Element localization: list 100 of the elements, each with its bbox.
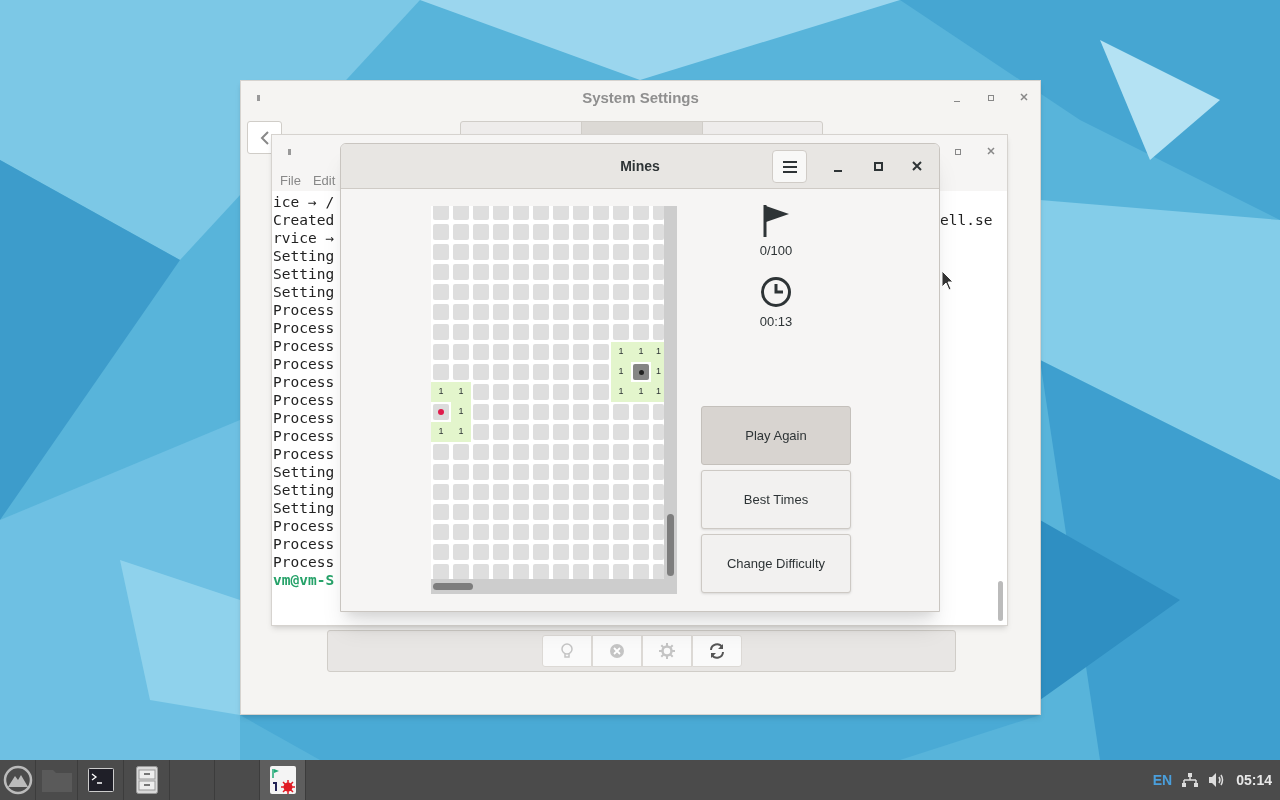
hidden-cell[interactable] — [513, 264, 529, 280]
hidden-cell[interactable] — [513, 364, 529, 380]
hidden-cell[interactable] — [653, 484, 664, 500]
hidden-cell[interactable] — [573, 464, 589, 480]
hidden-cell[interactable] — [453, 444, 469, 460]
hidden-cell[interactable] — [493, 464, 509, 480]
hidden-cell[interactable] — [473, 206, 489, 220]
hidden-cell[interactable] — [433, 344, 449, 360]
hidden-cell[interactable] — [553, 564, 569, 580]
hidden-cell[interactable] — [493, 244, 509, 260]
hidden-cell[interactable] — [513, 564, 529, 580]
hidden-cell[interactable] — [433, 224, 449, 240]
hidden-cell[interactable] — [593, 304, 609, 320]
hidden-cell[interactable] — [533, 206, 549, 220]
hidden-cell[interactable] — [573, 444, 589, 460]
hidden-cell[interactable] — [553, 404, 569, 420]
hidden-cell[interactable] — [553, 264, 569, 280]
hidden-cell[interactable] — [633, 424, 649, 440]
hidden-cell[interactable] — [433, 464, 449, 480]
hidden-cell[interactable] — [533, 224, 549, 240]
hidden-cell[interactable] — [533, 244, 549, 260]
hidden-cell[interactable] — [633, 224, 649, 240]
hidden-cell[interactable] — [573, 264, 589, 280]
hidden-cell[interactable] — [553, 206, 569, 220]
hidden-cell[interactable] — [593, 424, 609, 440]
hidden-cell[interactable] — [593, 324, 609, 340]
hidden-cell[interactable] — [553, 304, 569, 320]
menu-button[interactable] — [772, 150, 807, 183]
hidden-cell[interactable] — [553, 484, 569, 500]
hidden-cell[interactable] — [433, 206, 449, 220]
hidden-cell[interactable] — [533, 544, 549, 560]
hidden-cell[interactable] — [613, 324, 629, 340]
hidden-cell[interactable] — [573, 304, 589, 320]
hidden-cell[interactable] — [633, 544, 649, 560]
hidden-cell[interactable] — [533, 364, 549, 380]
hidden-cell[interactable] — [533, 324, 549, 340]
hidden-cell[interactable] — [653, 524, 664, 540]
hidden-cell[interactable] — [433, 364, 449, 380]
hidden-cell[interactable] — [453, 524, 469, 540]
hidden-cell[interactable] — [653, 544, 664, 560]
hidden-cell[interactable] — [593, 384, 609, 400]
hidden-cell[interactable] — [633, 264, 649, 280]
hidden-cell[interactable] — [533, 264, 549, 280]
hidden-cell[interactable] — [493, 344, 509, 360]
hidden-cell[interactable] — [473, 344, 489, 360]
hidden-cell[interactable] — [653, 264, 664, 280]
hidden-cell[interactable] — [533, 504, 549, 520]
clock[interactable]: 05:14 — [1236, 769, 1272, 791]
hidden-cell[interactable] — [633, 504, 649, 520]
hidden-cell[interactable] — [573, 284, 589, 300]
hidden-cell[interactable] — [633, 564, 649, 580]
hidden-cell[interactable] — [593, 564, 609, 580]
hidden-cell[interactable] — [613, 504, 629, 520]
hidden-cell[interactable] — [653, 504, 664, 520]
hidden-cell[interactable] — [613, 564, 629, 580]
hidden-cell[interactable] — [493, 206, 509, 220]
hidden-cell[interactable] — [593, 484, 609, 500]
hidden-cell[interactable] — [653, 284, 664, 300]
hidden-cell[interactable] — [553, 524, 569, 540]
hidden-cell[interactable] — [613, 484, 629, 500]
hidden-cell[interactable] — [453, 224, 469, 240]
hidden-cell[interactable] — [493, 384, 509, 400]
hidden-cell[interactable] — [653, 224, 664, 240]
hidden-cell[interactable] — [533, 384, 549, 400]
hidden-cell[interactable] — [513, 424, 529, 440]
hidden-cell[interactable] — [613, 206, 629, 220]
hidden-cell[interactable] — [613, 444, 629, 460]
hidden-cell[interactable] — [453, 504, 469, 520]
hidden-cell[interactable] — [633, 484, 649, 500]
hidden-cell[interactable] — [513, 324, 529, 340]
hidden-cell[interactable] — [453, 564, 469, 580]
hidden-cell[interactable] — [613, 404, 629, 420]
hidden-cell[interactable] — [633, 464, 649, 480]
hidden-cell[interactable] — [493, 424, 509, 440]
hidden-cell[interactable] — [593, 504, 609, 520]
hidden-cell[interactable] — [473, 384, 489, 400]
hidden-cell[interactable] — [433, 324, 449, 340]
hidden-cell[interactable] — [573, 384, 589, 400]
hidden-cell[interactable] — [473, 224, 489, 240]
hidden-cell[interactable] — [653, 444, 664, 460]
hidden-cell[interactable] — [493, 264, 509, 280]
hidden-cell[interactable] — [533, 404, 549, 420]
hidden-cell[interactable] — [453, 304, 469, 320]
hidden-cell[interactable] — [493, 564, 509, 580]
hidden-cell[interactable] — [613, 424, 629, 440]
hidden-cell[interactable] — [653, 244, 664, 260]
hidden-cell[interactable] — [453, 364, 469, 380]
hidden-cell[interactable] — [593, 284, 609, 300]
hidden-cell[interactable] — [553, 324, 569, 340]
hidden-cell[interactable] — [453, 484, 469, 500]
hidden-cell[interactable] — [513, 544, 529, 560]
hidden-cell[interactable] — [533, 484, 549, 500]
hidden-cell[interactable] — [593, 344, 609, 360]
hidden-cell[interactable] — [633, 524, 649, 540]
hidden-cell[interactable] — [593, 444, 609, 460]
hidden-cell[interactable] — [513, 404, 529, 420]
hidden-cell[interactable] — [593, 206, 609, 220]
hidden-cell[interactable] — [513, 464, 529, 480]
hidden-cell[interactable] — [553, 364, 569, 380]
hidden-cell[interactable] — [433, 564, 449, 580]
